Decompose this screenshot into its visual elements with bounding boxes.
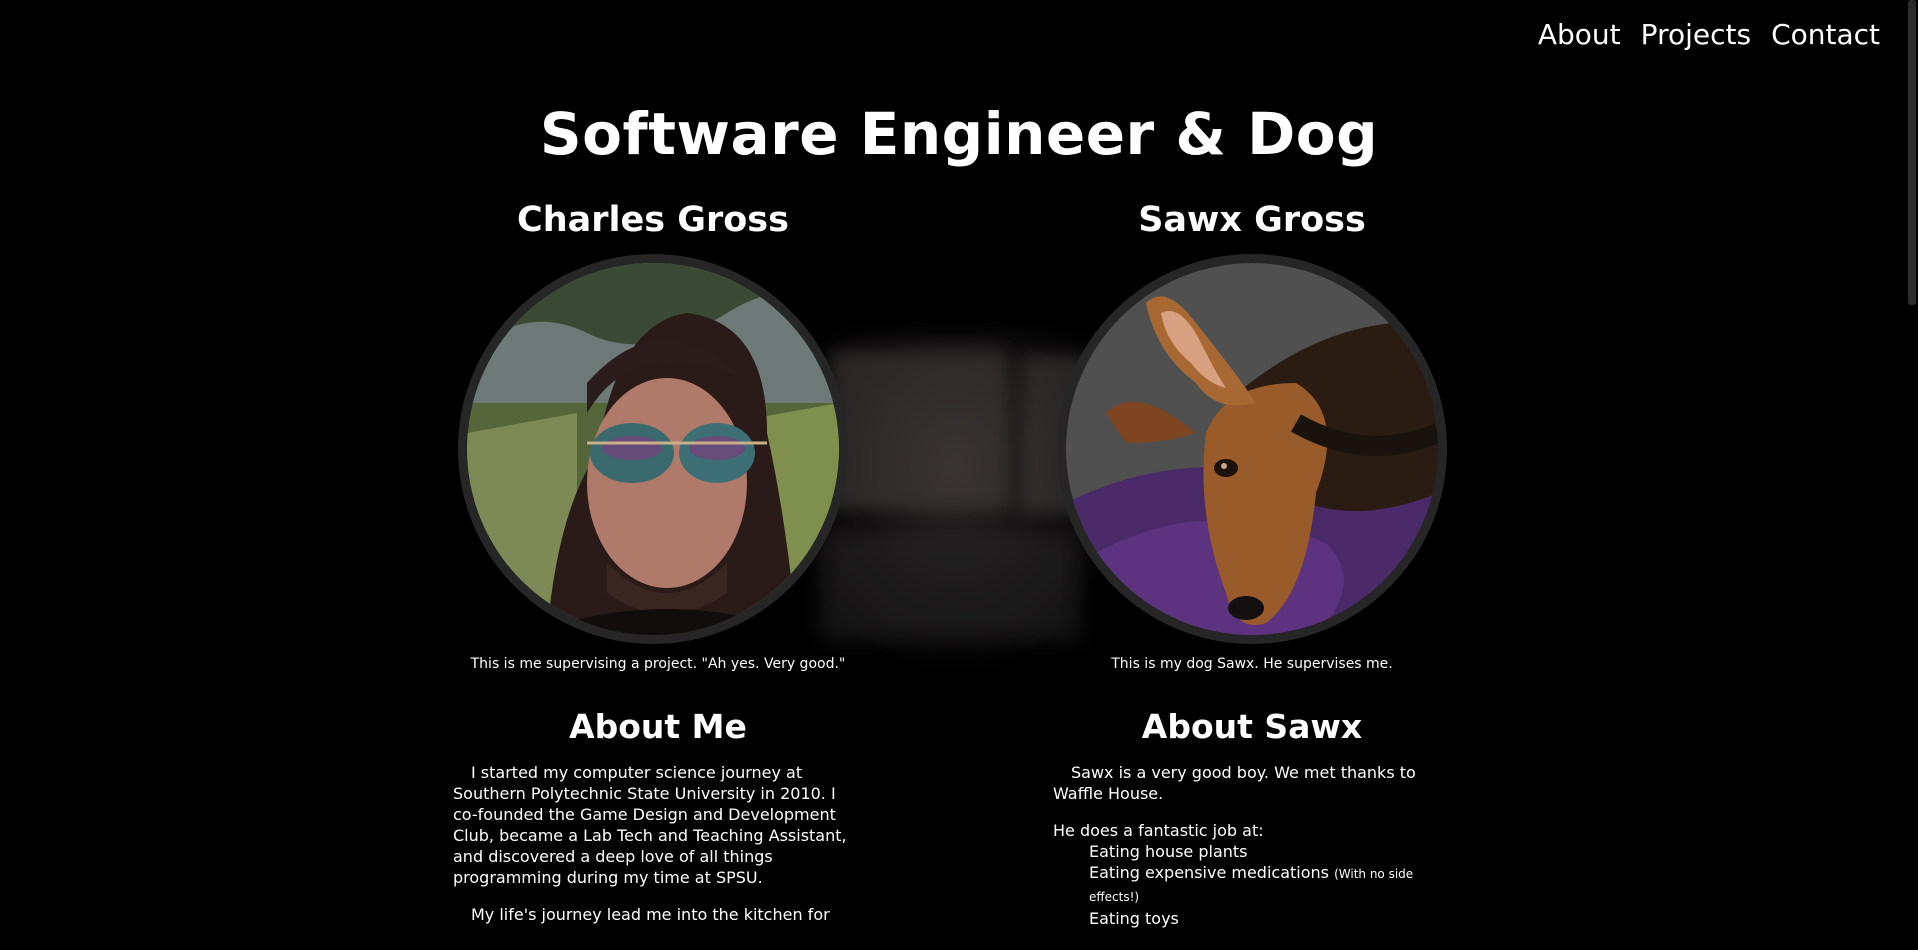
charles-portrait bbox=[458, 254, 848, 644]
scrollbar-thumb[interactable] bbox=[1908, 0, 1916, 305]
charles-column: Charles Gross This is me supervising a p… bbox=[443, 200, 863, 941]
nav-link-projects[interactable]: Projects bbox=[1641, 18, 1751, 51]
sawx-photo bbox=[1066, 263, 1438, 635]
sawx-skills-list: Eating house plants Eating expensive med… bbox=[1089, 841, 1429, 929]
top-nav: About Projects Contact bbox=[1538, 18, 1880, 51]
vertical-scrollbar[interactable] bbox=[1906, 0, 1918, 950]
person-name-charles: Charles Gross bbox=[517, 200, 789, 240]
nav-link-about[interactable]: About bbox=[1538, 18, 1621, 51]
about-me-heading: About Me bbox=[569, 707, 747, 746]
sawx-column: Sawx Gross This is my dog Sawx. He super… bbox=[1042, 200, 1462, 929]
person-name-sawx: Sawx Gross bbox=[1138, 200, 1366, 240]
charles-caption: This is me supervising a project. "Ah ye… bbox=[470, 656, 846, 672]
about-me-paragraph-1: I started my computer science journey at… bbox=[453, 763, 847, 887]
page: About Projects Contact Software Engineer… bbox=[0, 0, 1918, 950]
about-sawx-paragraph: Sawx is a very good boy. We met thanks t… bbox=[1053, 763, 1416, 803]
about-sawx-heading: About Sawx bbox=[1141, 707, 1363, 746]
sawx-caption: This is my dog Sawx. He supervises me. bbox=[1111, 656, 1393, 672]
site-title: Software Engineer & Dog bbox=[539, 100, 1379, 168]
sawx-list-intro: He does a fantastic job at: bbox=[1053, 821, 1264, 840]
list-item: Eating toys bbox=[1089, 908, 1429, 929]
list-item-text: Eating toys bbox=[1089, 909, 1179, 928]
list-item-text: Eating expensive medications bbox=[1089, 863, 1329, 882]
nav-link-contact[interactable]: Contact bbox=[1771, 18, 1880, 51]
list-item: Eating house plants bbox=[1089, 841, 1429, 862]
charles-photo bbox=[467, 263, 839, 635]
list-item-text: Eating house plants bbox=[1089, 842, 1248, 861]
list-item: Eating expensive medications (With no si… bbox=[1089, 862, 1429, 908]
about-me-paragraph-2: My life's journey lead me into the kitch… bbox=[471, 905, 830, 924]
sawx-portrait bbox=[1057, 254, 1447, 644]
